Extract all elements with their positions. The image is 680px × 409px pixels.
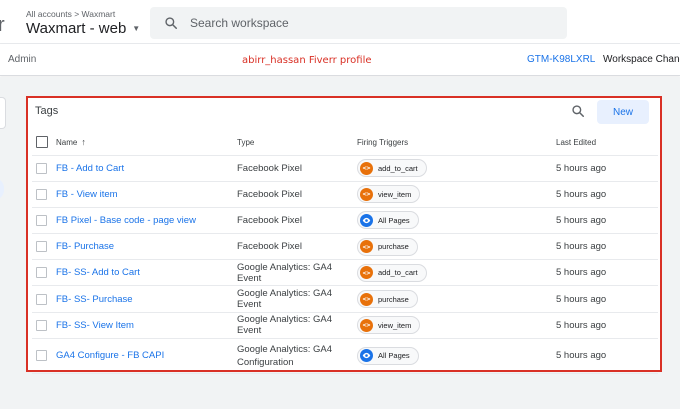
last-edited: 5 hours ago bbox=[556, 181, 658, 208]
last-edited: 5 hours ago bbox=[556, 233, 658, 261]
column-header-type[interactable]: Type bbox=[237, 130, 357, 156]
tag-type: Google Analytics: GA4 Configuration bbox=[237, 338, 357, 374]
table-row[interactable]: FB- SS- Add to Cart Google Analytics: GA4… bbox=[32, 259, 658, 287]
trigger-chip[interactable]: <> add_to_cart bbox=[357, 263, 427, 282]
top-app-bar: r All accounts > Waxmart Waxmart - web ▼ bbox=[0, 0, 680, 44]
last-edited: 5 hours ago bbox=[556, 338, 658, 374]
trigger-label: view_item bbox=[378, 189, 412, 199]
workspace-search[interactable] bbox=[150, 7, 567, 39]
row-checkbox[interactable] bbox=[36, 162, 47, 174]
code-icon: <> bbox=[360, 240, 373, 254]
tag-type: Google Analytics: GA4 Event bbox=[237, 312, 357, 339]
sort-ascending-icon: ↑ bbox=[81, 137, 86, 148]
select-all-checkbox[interactable] bbox=[36, 136, 48, 149]
breadcrumb[interactable]: All accounts > Waxmart bbox=[26, 9, 115, 19]
container-selector[interactable]: Waxmart - web ▼ bbox=[26, 20, 140, 37]
trigger-label: add_to_cart bbox=[378, 163, 418, 173]
table-row[interactable]: FB - View item Facebook Pixel <> view_item 5… bbox=[32, 181, 658, 208]
tag-type: Google Analytics: GA4 Event bbox=[237, 259, 357, 287]
trigger-label: purchase bbox=[378, 242, 409, 252]
last-edited: 5 hours ago bbox=[556, 207, 658, 235]
tag-name-link[interactable]: FB Pixel - Base code - page view bbox=[56, 215, 196, 226]
tag-name-link[interactable]: FB- Purchase bbox=[56, 241, 114, 252]
tag-type: Facebook Pixel bbox=[237, 155, 357, 182]
table-row[interactable]: FB- Purchase Facebook Pixel <> purchase 5 ho… bbox=[32, 233, 658, 261]
row-checkbox[interactable] bbox=[36, 188, 47, 200]
table-row[interactable]: FB - Add to Cart Facebook Pixel <> add_to_c… bbox=[32, 155, 658, 182]
tag-name-link[interactable]: FB- SS- View Item bbox=[56, 320, 134, 331]
last-edited: 5 hours ago bbox=[556, 259, 658, 287]
tag-name-link[interactable]: FB - View item bbox=[56, 189, 118, 200]
tag-type: Facebook Pixel bbox=[237, 233, 357, 261]
table-row[interactable]: GA4 Configure - FB CAPI Google Analytics:… bbox=[32, 338, 658, 374]
code-icon: <> bbox=[360, 292, 373, 306]
search-input[interactable] bbox=[190, 16, 550, 30]
card-title: Tags bbox=[35, 105, 59, 117]
trigger-chip[interactable]: <> purchase bbox=[357, 237, 418, 256]
trigger-chip[interactable]: All Pages bbox=[357, 346, 419, 365]
row-checkbox[interactable] bbox=[36, 293, 47, 305]
table-row[interactable]: FB- SS- View Item Google Analytics: GA4 E… bbox=[32, 312, 658, 339]
row-checkbox[interactable] bbox=[36, 241, 47, 253]
code-icon: <> bbox=[360, 161, 373, 175]
left-panel-edge bbox=[0, 97, 6, 129]
row-checkbox[interactable] bbox=[36, 319, 47, 331]
tag-name-link[interactable]: FB- SS- Purchase bbox=[56, 294, 133, 305]
tag-type: Facebook Pixel bbox=[237, 207, 357, 235]
tag-name-link[interactable]: GA4 Configure - FB CAPI bbox=[56, 350, 164, 361]
column-label: Name bbox=[56, 138, 78, 148]
container-title: Waxmart - web bbox=[26, 20, 127, 37]
row-checkbox[interactable] bbox=[36, 214, 47, 226]
trigger-label: All Pages bbox=[378, 215, 410, 225]
caret-down-icon: ▼ bbox=[132, 24, 141, 33]
last-edited: 5 hours ago bbox=[556, 155, 658, 182]
tag-name-link[interactable]: FB- SS- Add to Cart bbox=[56, 267, 140, 278]
tags-card: Tags New Name ↑ Type Firing Triggers Last… bbox=[26, 96, 662, 374]
back-chevron-icon[interactable]: r bbox=[0, 14, 5, 37]
trigger-label: view_item bbox=[378, 320, 412, 330]
table-row[interactable]: FB- SS- Purchase Google Analytics: GA4 Ev… bbox=[32, 285, 658, 313]
trigger-label: purchase bbox=[378, 294, 409, 304]
table-header-row: Name ↑ Type Firing Triggers Last Edited bbox=[32, 130, 658, 156]
tag-type: Google Analytics: GA4 Event bbox=[237, 285, 357, 313]
table-row[interactable]: FB Pixel - Base code - page view Facebook… bbox=[32, 207, 658, 235]
workspace-changes-label: Workspace Chang bbox=[603, 54, 680, 65]
tag-type: Facebook Pixel bbox=[237, 181, 357, 208]
trigger-chip[interactable]: <> add_to_cart bbox=[357, 159, 427, 178]
tag-name-link[interactable]: FB - Add to Cart bbox=[56, 163, 124, 174]
workspace-bar: Admin abirr_hassan Fiverr profile GTM-K9… bbox=[0, 44, 680, 76]
trigger-chip[interactable]: <> purchase bbox=[357, 290, 418, 309]
trigger-label: All Pages bbox=[378, 351, 410, 361]
trigger-label: add_to_cart bbox=[378, 268, 418, 278]
code-icon: <> bbox=[360, 266, 373, 280]
new-tag-button[interactable]: New bbox=[597, 100, 649, 124]
row-checkbox[interactable] bbox=[36, 350, 47, 362]
promo-text: abirr_hassan Fiverr profile bbox=[242, 55, 372, 66]
last-edited: 5 hours ago bbox=[556, 312, 658, 339]
trigger-chip[interactable]: All Pages bbox=[357, 211, 419, 230]
row-checkbox[interactable] bbox=[36, 267, 47, 279]
eye-icon bbox=[360, 213, 373, 227]
search-icon bbox=[165, 17, 178, 30]
column-header-name[interactable]: Name ↑ bbox=[56, 130, 237, 156]
admin-tab[interactable]: Admin bbox=[8, 54, 36, 65]
column-header-last-edited[interactable]: Last Edited bbox=[556, 130, 658, 156]
code-icon: <> bbox=[360, 318, 373, 332]
column-header-triggers[interactable]: Firing Triggers bbox=[357, 130, 556, 156]
last-edited: 5 hours ago bbox=[556, 285, 658, 313]
eye-icon bbox=[360, 349, 373, 363]
trigger-chip[interactable]: <> view_item bbox=[357, 185, 421, 204]
tags-table: Name ↑ Type Firing Triggers Last Edited F… bbox=[32, 130, 658, 374]
search-icon[interactable] bbox=[571, 104, 585, 118]
code-icon: <> bbox=[360, 187, 373, 201]
trigger-chip[interactable]: <> view_item bbox=[357, 316, 421, 335]
container-id-link[interactable]: GTM-K98LXRL bbox=[527, 54, 595, 65]
